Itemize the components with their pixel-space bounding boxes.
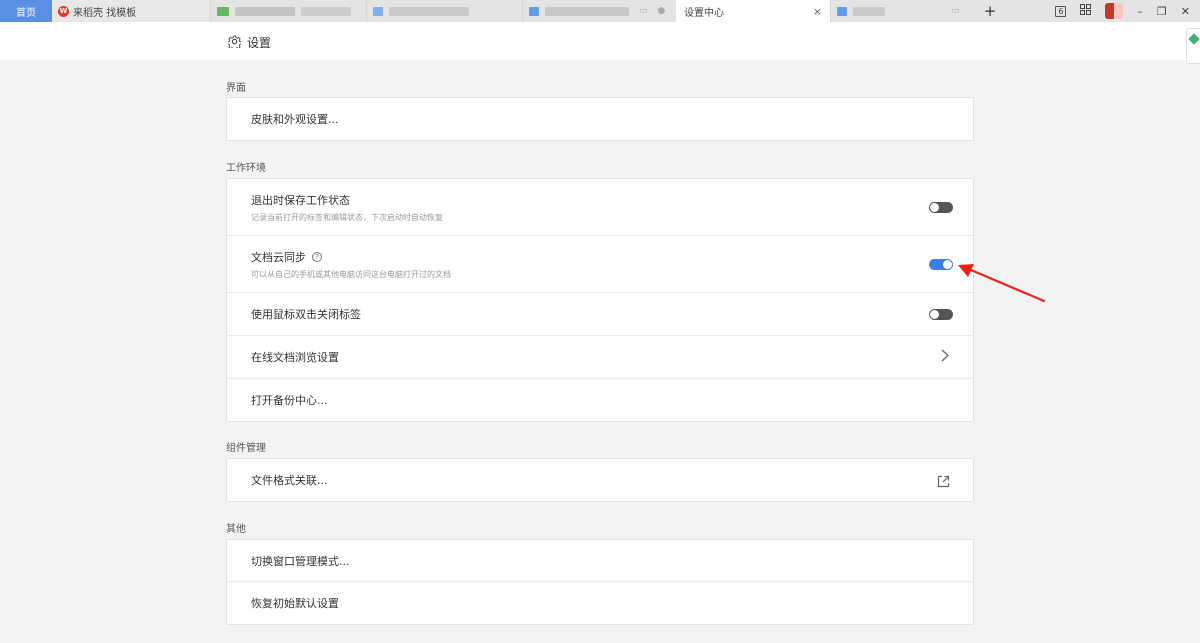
row-backup-center-title: 打开备份中心... xyxy=(251,394,328,407)
tab-monitor-icon: ▭ xyxy=(639,6,648,16)
card-ui: 皮肤和外观设置... xyxy=(226,97,974,141)
tab-count-icon[interactable]: 6 xyxy=(1055,5,1067,17)
section-label-other: 其他 xyxy=(226,524,246,535)
tab-blurred-1[interactable] xyxy=(210,0,366,22)
row-window-mode-title: 切换窗口管理模式... xyxy=(251,554,350,568)
row-cloud-sync: 文档云同步 ? 可以从自己的手机或其他电脑访问这台电脑打开过的文档 xyxy=(227,236,973,293)
tab-blurred-4[interactable]: ▭ xyxy=(830,0,976,22)
tab-blurred-2[interactable] xyxy=(366,0,522,22)
tab-bar: 首页 W 来稻壳 找模板 ▭ ● 设置中心 × ▭ + 6 – ❐ ✕ xyxy=(0,0,1200,22)
blurred-favicon xyxy=(217,6,229,16)
tab-close-icon[interactable]: × xyxy=(813,5,822,18)
row-cloud-sync-desc: 可以从自己的手机或其他电脑访问这台电脑打开过的文档 xyxy=(251,269,451,279)
new-tab-button[interactable]: + xyxy=(976,0,1004,22)
tab-settings-label: 设置中心 xyxy=(684,7,724,19)
row-skin-label: 皮肤和外观设置... xyxy=(251,113,339,126)
page-title-text: 设置 xyxy=(247,36,272,50)
card-other: 切换窗口管理模式... 恢复初始默认设置 xyxy=(226,539,974,625)
chevron-right-icon xyxy=(941,349,949,366)
row-save-state-title: 退出时保存工作状态 xyxy=(251,193,350,207)
row-dblclick-close-title: 使用鼠标双击关闭标签 xyxy=(251,308,361,321)
blurred-title xyxy=(389,6,469,16)
row-skin-settings[interactable]: 皮肤和外观设置... xyxy=(227,98,973,140)
minimize-button[interactable]: – xyxy=(1137,5,1143,18)
row-file-assoc[interactable]: 文件格式关联... xyxy=(227,459,973,501)
section-label-ui: 界面 xyxy=(226,83,246,94)
row-online-browse-title: 在线文档浏览设置 xyxy=(251,351,339,364)
blurred-title xyxy=(853,6,885,16)
side-float-widget[interactable] xyxy=(1186,28,1200,64)
blurred-title xyxy=(301,6,351,16)
window-controls: 6 – ❐ ✕ xyxy=(1055,0,1200,22)
blurred-title xyxy=(545,6,629,16)
gear-icon xyxy=(227,35,242,51)
tab-daoke-label: 来稻壳 找模板 xyxy=(73,7,137,19)
section-label-workspace: 工作环境 xyxy=(226,163,266,174)
toggle-knob xyxy=(930,309,939,319)
toggle-knob xyxy=(930,202,939,212)
tab-monitor-icon: ▭ xyxy=(951,6,960,16)
help-icon[interactable]: ? xyxy=(312,251,322,262)
row-online-browse[interactable]: 在线文档浏览设置 xyxy=(227,336,973,379)
blurred-favicon xyxy=(837,6,847,16)
row-reset-defaults[interactable]: 恢复初始默认设置 xyxy=(227,582,973,624)
row-save-state: 退出时保存工作状态 记录当前打开的标签和编辑状态，下次启动时自动恢复 xyxy=(227,179,973,236)
page-title: 设置 xyxy=(227,34,272,51)
tab-blurred-3[interactable]: ▭ ● xyxy=(522,0,676,22)
close-window-button[interactable]: ✕ xyxy=(1181,5,1190,18)
external-link-icon xyxy=(937,473,951,488)
blurred-favicon xyxy=(529,6,539,16)
row-backup-center[interactable]: 打开备份中心... xyxy=(227,379,973,421)
annotation-arrow xyxy=(958,264,1046,303)
tab-settings-center[interactable]: 设置中心 × xyxy=(676,0,830,22)
restore-button[interactable]: ❐ xyxy=(1157,5,1167,18)
card-components: 文件格式关联... xyxy=(226,458,974,502)
row-reset-defaults-title: 恢复初始默认设置 xyxy=(251,597,339,610)
dblclick-close-toggle[interactable] xyxy=(929,308,953,320)
row-save-state-desc: 记录当前打开的标签和编辑状态，下次启动时自动恢复 xyxy=(251,212,443,222)
card-workspace: 退出时保存工作状态 记录当前打开的标签和编辑状态，下次启动时自动恢复 文档云同步… xyxy=(226,178,974,422)
row-window-mode[interactable]: 切换窗口管理模式... xyxy=(227,540,973,582)
tab-home-label: 首页 xyxy=(16,7,36,19)
row-cloud-sync-title-line: 文档云同步 ? xyxy=(251,249,451,265)
row-save-state-text: 退出时保存工作状态 记录当前打开的标签和编辑状态，下次启动时自动恢复 xyxy=(251,192,443,223)
user-avatar[interactable] xyxy=(1105,3,1124,19)
save-state-toggle[interactable] xyxy=(929,201,953,213)
row-cloud-sync-title: 文档云同步 xyxy=(251,250,306,264)
blurred-title xyxy=(235,6,295,16)
tab-daoke-templates[interactable]: W 来稻壳 找模板 xyxy=(52,0,210,22)
settings-header: 设置 xyxy=(0,22,1200,60)
row-dblclick-close: 使用鼠标双击关闭标签 xyxy=(227,293,973,336)
row-file-assoc-title: 文件格式关联... xyxy=(251,474,328,487)
grid-icon[interactable] xyxy=(1080,4,1092,18)
blurred-favicon xyxy=(373,6,383,16)
tab-home[interactable]: 首页 xyxy=(0,0,52,22)
tab-dot-icon: ● xyxy=(657,6,666,16)
row-cloud-sync-text: 文档云同步 ? 可以从自己的手机或其他电脑访问这台电脑打开过的文档 xyxy=(251,249,451,280)
section-label-components: 组件管理 xyxy=(226,443,266,454)
daoke-logo-icon: W xyxy=(58,5,69,17)
